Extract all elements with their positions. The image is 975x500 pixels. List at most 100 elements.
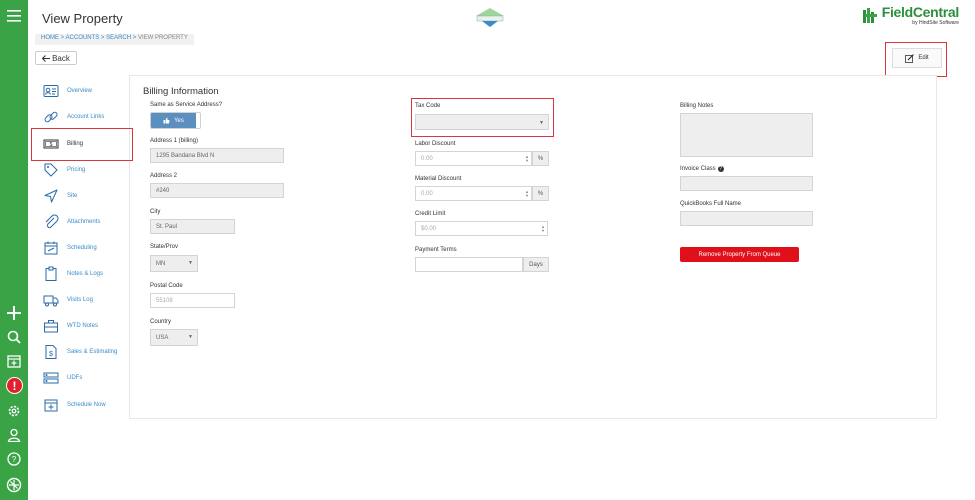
spinner-icon[interactable]: ▲ ▼: [539, 222, 547, 235]
nav-label: WTD Notes: [67, 323, 99, 329]
nav-label: Visits Log: [67, 297, 93, 303]
calendar-add-icon[interactable]: [4, 351, 24, 371]
material-discount-percent: %: [532, 186, 549, 201]
nav-item-wtd-notes[interactable]: WTD Notes: [43, 316, 98, 336]
svg-text:$: $: [49, 351, 53, 358]
link-icon: [44, 111, 58, 123]
breadcrumb: HOME > ACCOUNTS > SEARCH > VIEW PROPERTY: [35, 34, 194, 45]
briefcase-icon: [44, 320, 58, 333]
country-label: Country: [150, 319, 172, 325]
same-as-service-label: Same as Service Address?: [150, 102, 223, 108]
breadcrumb-accounts[interactable]: ACCOUNTS: [66, 35, 100, 41]
qb-full-name-field[interactable]: [680, 211, 813, 226]
address1-value: 1295 Bandana Blvd N: [156, 152, 215, 159]
address2-label: Address 2: [150, 173, 178, 179]
nav-item-site[interactable]: Site: [43, 186, 77, 206]
postal-code-field[interactable]: 55108: [150, 293, 235, 308]
state-value: MN: [156, 260, 166, 267]
toggle-off: [196, 113, 200, 128]
fieldcentral-logo-icon: [4, 475, 24, 495]
postal-code-placeholder: 55108: [156, 297, 173, 304]
credit-limit-field[interactable]: $0.00 ▲ ▼: [415, 221, 548, 236]
nav-item-notes-logs[interactable]: Notes & Logs: [43, 264, 103, 284]
breadcrumb-current: VIEW PROPERTY: [137, 35, 188, 41]
spinner-icon[interactable]: ▲ ▼: [523, 187, 531, 200]
postal-code-label: Postal Code: [150, 283, 183, 289]
edit-highlight-box: [885, 42, 947, 77]
nav-item-visits-log[interactable]: Visits Log: [43, 290, 93, 310]
back-button[interactable]: Back: [35, 51, 77, 65]
credit-limit-value: $0.00: [421, 225, 437, 232]
address1-label: Address 1 (billing): [150, 138, 199, 144]
paperclip-icon: [45, 214, 59, 229]
labor-discount-field[interactable]: 0.00 ▲ ▼: [415, 151, 532, 166]
thumbs-up-icon: [163, 117, 170, 124]
payment-terms-days: Days: [523, 257, 549, 272]
gear-icon[interactable]: [4, 401, 24, 421]
labor-discount-percent: %: [532, 151, 549, 166]
breadcrumb-separator: >: [60, 35, 65, 41]
credit-limit-label: Credit Limit: [415, 211, 446, 217]
city-label: City: [150, 209, 161, 215]
nav-item-attachments[interactable]: Attachments: [43, 212, 100, 232]
state-select[interactable]: MN ▼: [150, 255, 198, 272]
tax-code-highlight-box: [411, 98, 554, 137]
dollar-doc-icon: $: [45, 345, 57, 359]
labor-discount-value: 0.00: [421, 155, 433, 162]
nav-item-overview[interactable]: Overview: [43, 81, 92, 101]
page-title: View Property: [42, 11, 123, 26]
city-field[interactable]: St. Paul: [150, 219, 235, 234]
billing-highlight-box: [31, 128, 133, 161]
nav-item-account-links[interactable]: Account Links: [43, 107, 104, 127]
brand-mark-icon: [862, 7, 877, 23]
brand-name: FieldCentral: [881, 4, 960, 20]
nav-item-udfs[interactable]: UDFs: [43, 368, 82, 388]
top-bar: View Property FieldCentral by HindSite S…: [28, 0, 975, 34]
nav-item-sales-estimating[interactable]: $ Sales & Estimating: [43, 342, 117, 362]
billing-notes-field[interactable]: [680, 113, 813, 157]
nav-item-schedule-now[interactable]: Schedule Now: [43, 395, 106, 415]
remove-property-button[interactable]: Remove Property From Queue: [680, 247, 799, 262]
nav-label: Sales & Estimating: [67, 349, 118, 355]
breadcrumb-search[interactable]: SEARCH: [106, 35, 131, 41]
country-value: USA: [156, 334, 169, 341]
nav-label: Notes & Logs: [67, 271, 104, 277]
nav-label: Pricing: [67, 167, 86, 173]
invoice-class-text: Invoice Class: [680, 166, 716, 172]
truck-icon: [43, 295, 59, 307]
nav-label: UDFs: [67, 375, 83, 381]
alert-icon[interactable]: !: [6, 377, 23, 394]
nav-item-scheduling[interactable]: Scheduling: [43, 238, 97, 258]
tag-icon: [44, 163, 58, 177]
country-select[interactable]: USA ▼: [150, 329, 198, 346]
breadcrumb-separator: >: [100, 35, 105, 41]
contact-card-icon: [43, 85, 59, 97]
address2-field[interactable]: #240: [150, 183, 284, 198]
same-as-service-toggle[interactable]: Yes: [150, 112, 201, 129]
nav-label: Overview: [67, 88, 93, 94]
search-icon[interactable]: [4, 327, 24, 347]
menu-icon[interactable]: [4, 6, 24, 26]
add-icon[interactable]: [4, 303, 24, 323]
nav-label: Schedule Now: [67, 402, 106, 408]
question-circle-icon[interactable]: ?: [717, 166, 724, 172]
user-icon[interactable]: [4, 425, 24, 445]
invoice-class-field[interactable]: [680, 176, 813, 191]
payment-terms-field[interactable]: [415, 257, 523, 272]
breadcrumb-home[interactable]: HOME: [41, 35, 59, 41]
material-discount-field[interactable]: 0.00 ▲ ▼: [415, 186, 532, 201]
state-label: State/Prov: [150, 244, 179, 250]
help-icon[interactable]: ?: [4, 449, 24, 469]
nav-label: Site: [67, 193, 78, 199]
material-discount-value: 0.00: [421, 190, 433, 197]
address1-field[interactable]: 1295 Bandana Blvd N: [150, 148, 284, 163]
nav-item-pricing[interactable]: Pricing: [43, 160, 85, 180]
nav-label: Account Links: [67, 114, 105, 120]
company-logo: [474, 6, 506, 28]
billing-notes-label: Billing Notes: [680, 103, 714, 109]
calendar-icon: [44, 241, 58, 255]
material-discount-label: Material Discount: [415, 176, 462, 182]
spinner-icon[interactable]: ▲ ▼: [523, 152, 531, 165]
breadcrumb-separator: >: [132, 35, 137, 41]
city-value: St. Paul: [156, 223, 178, 230]
